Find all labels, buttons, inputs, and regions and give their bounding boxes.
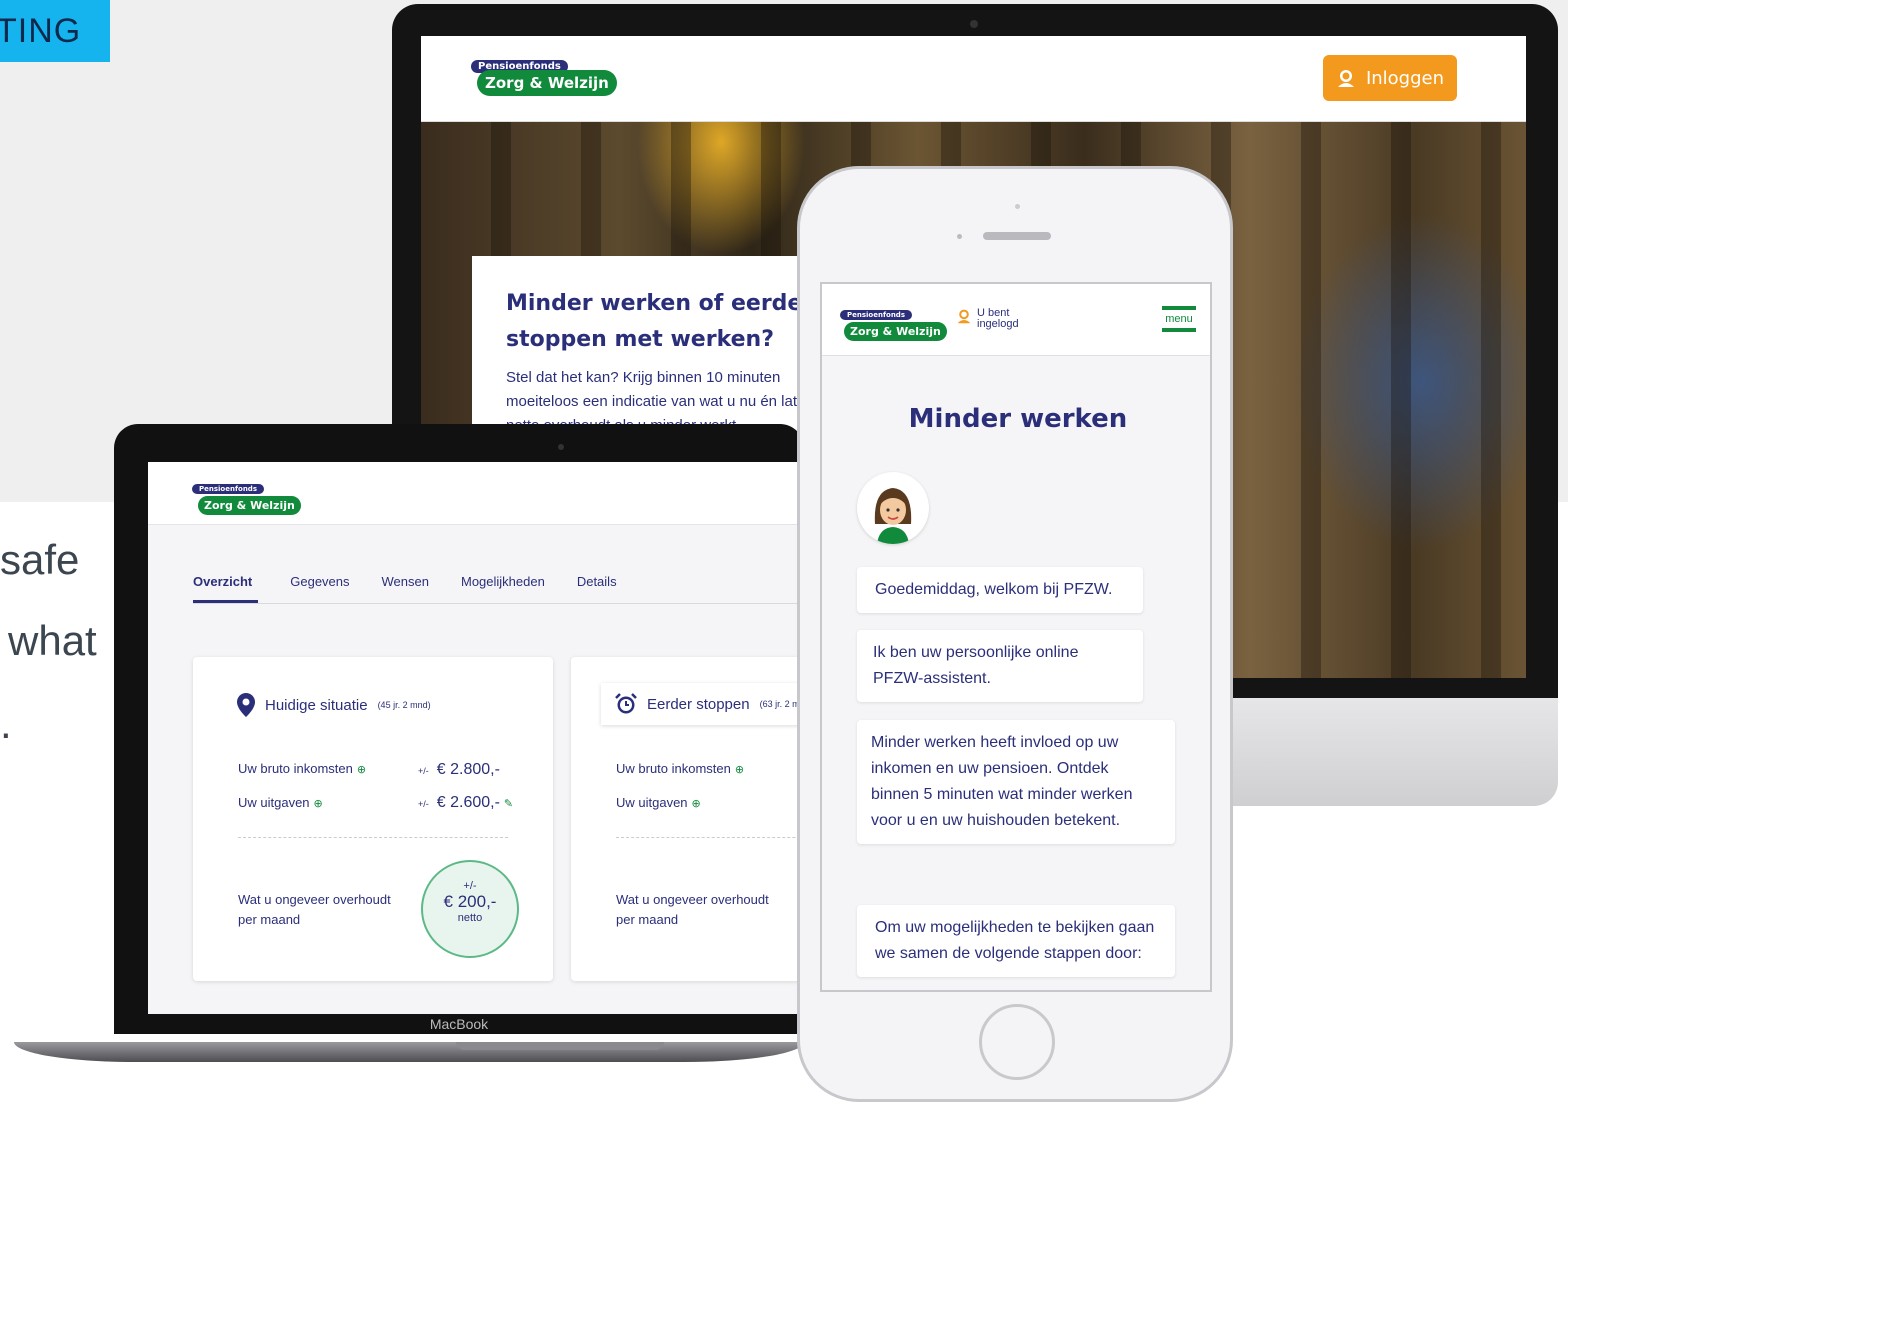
- phone-header: Pensioenfonds Zorg & Welzijn U bent inge…: [822, 284, 1210, 356]
- zoom-icon[interactable]: ⊕: [357, 764, 366, 776]
- laptop-mockup: Pensioenfonds Zorg & Welzijn Overzicht G…: [14, 424, 804, 1064]
- income-label: Uw bruto inkomsten: [616, 761, 731, 776]
- laptop-camera: [558, 444, 564, 450]
- net-label: Wat u ongeveer overhoudt per maand: [238, 892, 391, 927]
- income-value: € 2.800,-: [436, 761, 500, 778]
- page-title: Minder werken: [908, 404, 1128, 434]
- net-value: € 200,-: [443, 892, 497, 911]
- phone-sensor: [1015, 204, 1020, 209]
- logo-top: Pensioenfonds: [840, 310, 912, 320]
- laptop-notch: [456, 1042, 664, 1050]
- assistant-avatar: [857, 472, 929, 544]
- hero-title: Minder werken of eerder stoppen met werk…: [506, 291, 814, 352]
- pencil-icon[interactable]: ✎: [504, 798, 513, 810]
- income-amount: +/- € 2.800,-: [418, 761, 500, 779]
- phone-screen: Pensioenfonds Zorg & Welzijn U bent inge…: [820, 282, 1212, 992]
- expense-row[interactable]: Uw uitgaven ⊕: [238, 795, 323, 810]
- card-header: Eerder stoppen (63 jr. 2 m: [601, 683, 804, 725]
- login-label: Inloggen: [1365, 67, 1445, 89]
- intro-text-line-2: what: [8, 617, 97, 664]
- menu-bar-icon: [1162, 306, 1196, 310]
- chat-message: Minder werken heeft invloed op uw inkome…: [857, 720, 1175, 844]
- card-subtitle: (45 jr. 2 mnd): [377, 700, 431, 710]
- income-row[interactable]: Uw bruto inkomsten ⊕: [238, 761, 366, 776]
- net-amount-badge: +/- € 200,- netto: [421, 860, 519, 958]
- home-button[interactable]: [979, 1004, 1055, 1080]
- card-header: Huidige situatie (45 jr. 2 mnd): [237, 693, 431, 717]
- phone-mockup: Pensioenfonds Zorg & Welzijn U bent inge…: [797, 166, 1233, 1102]
- zoom-icon[interactable]: ⊕: [314, 798, 323, 810]
- tab-details[interactable]: Details: [577, 574, 617, 603]
- divider: [238, 837, 508, 838]
- expense-amount: +/- € 2.600,- ✎: [418, 794, 513, 812]
- logo-bottom: Zorg & Welzijn: [477, 70, 617, 96]
- net-suffix: netto: [457, 912, 483, 924]
- phone-speaker: [983, 232, 1051, 240]
- early-stop-card: Eerder stoppen (63 jr. 2 m Uw bruto inko…: [571, 657, 804, 981]
- expense-label: Uw uitgaven: [616, 795, 688, 810]
- menu-button[interactable]: menu: [1162, 306, 1196, 335]
- logo-bottom: Zorg & Welzijn: [198, 496, 301, 515]
- income-row[interactable]: Uw bruto inkomsten ⊕: [616, 761, 744, 776]
- zoom-icon[interactable]: ⊕: [735, 764, 744, 776]
- section-tag: TING: [0, 0, 110, 62]
- logo-bottom: Zorg & Welzijn: [844, 322, 947, 341]
- logged-in-label: U bent ingelogd: [977, 307, 1019, 330]
- laptop-brand-label: MacBook: [429, 1016, 489, 1032]
- situation-card: Huidige situatie (45 jr. 2 mnd) Uw bruto…: [193, 657, 553, 981]
- laptop-screen: Pensioenfonds Zorg & Welzijn Overzicht G…: [148, 462, 804, 1014]
- intro-text-line-1: safe: [0, 536, 80, 583]
- phone-camera: [957, 234, 962, 239]
- user-icon: [957, 309, 971, 324]
- brand-logo[interactable]: Pensioenfonds Zorg & Welzijn: [840, 304, 947, 341]
- logged-in-status[interactable]: U bent ingelogd: [956, 308, 1027, 330]
- expense-label: Uw uitgaven: [238, 795, 310, 810]
- user-icon: [1337, 70, 1354, 87]
- login-button[interactable]: Inloggen: [1323, 55, 1457, 101]
- alarm-clock-icon: [615, 693, 637, 714]
- income-prefix: +/-: [418, 766, 429, 776]
- location-pin-icon: [237, 693, 255, 717]
- menu-label: menu: [1165, 313, 1193, 325]
- brand-logo[interactable]: Pensioenfonds Zorg & Welzijn: [471, 56, 617, 96]
- card-subtitle: (63 jr. 2 m: [759, 699, 800, 709]
- card-title: Huidige situatie: [265, 696, 368, 714]
- zoom-icon[interactable]: ⊕: [692, 798, 701, 810]
- net-prefix: +/-: [463, 880, 477, 892]
- expense-value: € 2.600,-: [436, 794, 500, 811]
- desktop-camera: [970, 20, 978, 28]
- tab-mogelijkheden[interactable]: Mogelijkheden: [461, 574, 545, 603]
- tab-overzicht[interactable]: Overzicht: [193, 574, 259, 603]
- assistant-face-icon: [874, 488, 912, 544]
- card-title: Eerder stoppen: [647, 695, 750, 713]
- logo-top: Pensioenfonds: [192, 484, 264, 494]
- laptop-base: [14, 1042, 804, 1062]
- brand-logo[interactable]: Pensioenfonds Zorg & Welzijn: [192, 478, 301, 515]
- net-label: Wat u ongeveer overhoudt per maand: [616, 892, 769, 927]
- intro-text-line-3: .: [0, 700, 12, 747]
- laptop-header: Pensioenfonds Zorg & Welzijn: [148, 462, 804, 525]
- chat-message: Goedemiddag, welkom bij PFZW.: [857, 567, 1143, 613]
- tab-wensen[interactable]: Wensen: [382, 574, 429, 603]
- expense-row[interactable]: Uw uitgaven ⊕: [616, 795, 701, 810]
- desktop-header: Pensioenfonds Zorg & Welzijn Inloggen: [421, 36, 1526, 122]
- expense-prefix: +/-: [418, 799, 429, 809]
- divider: [616, 837, 804, 838]
- menu-bar-icon: [1162, 328, 1196, 332]
- tab-bar: Overzicht Gegevens Wensen Mogelijkheden …: [193, 574, 804, 604]
- chat-message: Ik ben uw persoonlijke online PFZW-assis…: [857, 630, 1143, 702]
- chat-message: Om uw mogelijkheden te bekijken gaan we …: [857, 905, 1175, 977]
- tab-gegevens[interactable]: Gegevens: [290, 574, 349, 603]
- income-label: Uw bruto inkomsten: [238, 761, 353, 776]
